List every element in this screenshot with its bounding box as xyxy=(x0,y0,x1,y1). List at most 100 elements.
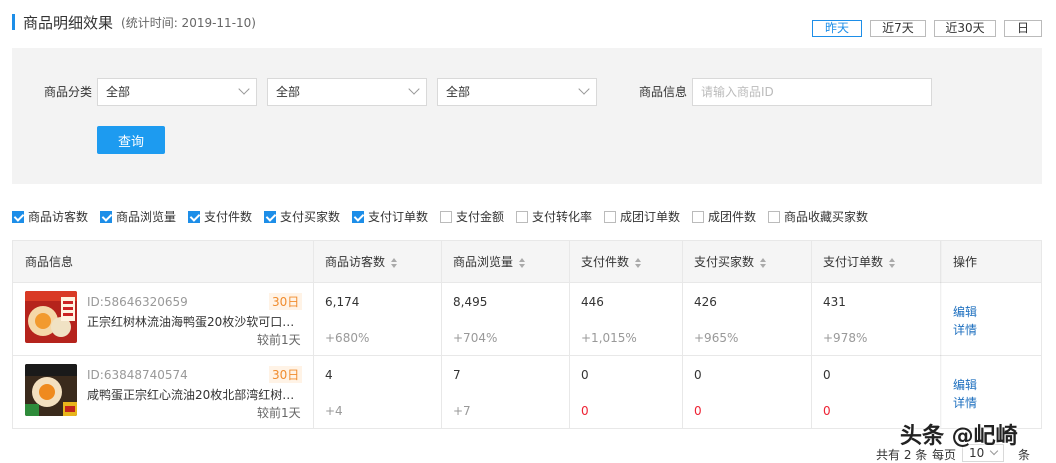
checkbox-checked-icon xyxy=(188,210,200,223)
paid-buyers-change: +965% xyxy=(694,331,739,345)
paid-items-value: 446 xyxy=(581,295,604,309)
metric-checkbox-paid-buyers[interactable]: 支付买家数 xyxy=(264,208,340,225)
edit-link[interactable]: 编辑 xyxy=(953,303,977,320)
column-header-paid-items[interactable]: 支付件数 xyxy=(569,241,682,283)
range-day-button[interactable]: 日 xyxy=(1004,20,1042,37)
metric-checkbox-paid-amount[interactable]: 支付金额 xyxy=(440,208,504,225)
category-select-3-value: 全部 xyxy=(446,85,471,99)
visitors-change: +4 xyxy=(325,404,343,418)
days-badge: 30日 xyxy=(269,366,303,383)
visitors-value: 4 xyxy=(325,368,333,382)
paid-buyers-value: 426 xyxy=(694,295,717,309)
paid-buyers-value: 0 xyxy=(694,368,702,382)
product-thumbnail xyxy=(25,291,77,343)
product-image xyxy=(25,364,77,416)
paid-items-change: +1,015% xyxy=(581,331,637,345)
sort-icon[interactable] xyxy=(760,257,767,268)
checkbox-checked-icon xyxy=(100,210,112,223)
category-select-1[interactable]: 全部 xyxy=(97,78,257,106)
views-change: +704% xyxy=(453,331,498,345)
checkbox-unchecked-icon xyxy=(440,210,452,223)
metric-checkbox-label: 支付件数 xyxy=(204,210,253,224)
column-header-label: 操作 xyxy=(953,255,978,269)
metric-checkbox-visitors[interactable]: 商品访客数 xyxy=(12,208,88,225)
column-header-label: 商品浏览量 xyxy=(453,255,514,269)
column-header-actions: 操作 xyxy=(941,241,1041,283)
range-yesterday-button[interactable]: 昨天 xyxy=(812,20,862,37)
category-select-3[interactable]: 全部 xyxy=(437,78,597,106)
checkbox-unchecked-icon xyxy=(768,210,780,223)
metric-checkbox-group-orders[interactable]: 成团订单数 xyxy=(604,208,680,225)
metric-checkbox-views[interactable]: 商品浏览量 xyxy=(100,208,176,225)
chevron-down-icon xyxy=(408,83,420,95)
metric-checkbox-favorites[interactable]: 商品收藏买家数 xyxy=(768,208,868,225)
per-page-unit: 条 xyxy=(1018,448,1031,462)
metric-checkbox-label: 成团订单数 xyxy=(620,210,681,224)
metric-checkbox-group-items[interactable]: 成团件数 xyxy=(692,208,756,225)
product-table: 商品信息 商品访客数 商品浏览量 支付件数 支付买家数 支付订单数 操作 ID:… xyxy=(12,240,1042,429)
paid-orders-change: 0 xyxy=(823,404,831,418)
details-link[interactable]: 详情 xyxy=(953,394,977,411)
checkbox-unchecked-icon xyxy=(604,210,616,223)
visitors-value: 6,174 xyxy=(325,295,360,309)
checkbox-unchecked-icon xyxy=(692,210,704,223)
chevron-down-icon xyxy=(578,83,590,95)
days-badge: 30日 xyxy=(269,293,303,310)
fixed-column-shadow xyxy=(940,241,942,428)
column-header-paid-buyers[interactable]: 支付买家数 xyxy=(682,241,811,283)
category-select-1-value: 全部 xyxy=(106,85,131,99)
paid-orders-change: +978% xyxy=(823,331,868,345)
checkbox-checked-icon xyxy=(12,210,24,223)
table-row: ID:58646320659 30日 正宗红树林流油海鸭蛋20枚沙软可口咸… 较… xyxy=(13,283,1041,356)
metric-checkbox-label: 支付金额 xyxy=(456,210,505,224)
chevron-down-icon xyxy=(238,83,250,95)
category-select-2-value: 全部 xyxy=(276,85,301,99)
column-header-label: 支付件数 xyxy=(581,255,630,269)
metric-checkbox-conversion[interactable]: 支付转化率 xyxy=(516,208,592,225)
metric-checkbox-label: 支付买家数 xyxy=(280,210,341,224)
views-value: 8,495 xyxy=(453,295,488,309)
product-name-link[interactable]: 正宗红树林流油海鸭蛋20枚沙软可口咸… xyxy=(87,313,303,330)
edit-link[interactable]: 编辑 xyxy=(953,376,977,393)
column-header-visitors[interactable]: 商品访客数 xyxy=(313,241,441,283)
title-accent-bar xyxy=(12,14,15,30)
product-id: ID:63848740574 xyxy=(87,368,188,382)
stat-time: (统计时间: 2019-11-10) xyxy=(121,15,256,30)
metric-checkbox-paid-items[interactable]: 支付件数 xyxy=(188,208,252,225)
page-title: 商品明细效果 xyxy=(23,13,114,32)
metric-checkbox-label: 商品访客数 xyxy=(28,210,89,224)
compare-label: 较前1天 xyxy=(257,406,301,420)
metric-checkbox-paid-orders[interactable]: 支付订单数 xyxy=(352,208,428,225)
column-header-label: 支付买家数 xyxy=(694,255,755,269)
metric-checkbox-label: 商品浏览量 xyxy=(116,210,177,224)
category-label: 商品分类 xyxy=(44,85,93,99)
sort-icon[interactable] xyxy=(635,257,642,268)
metric-checkbox-label: 成团件数 xyxy=(708,210,757,224)
product-info-label: 商品信息 xyxy=(639,85,688,99)
details-link[interactable]: 详情 xyxy=(953,321,977,338)
range-7days-button[interactable]: 近7天 xyxy=(870,20,926,37)
column-header-paid-orders[interactable]: 支付订单数 xyxy=(811,241,941,283)
column-header-label: 商品访客数 xyxy=(325,255,386,269)
metric-checkbox-label: 支付转化率 xyxy=(532,210,593,224)
page-header: 商品明细效果 (统计时间: 2019-11-10) xyxy=(12,12,256,32)
paid-orders-value: 0 xyxy=(823,368,831,382)
filter-panel: 商品分类 全部 全部 全部 商品信息 xyxy=(12,48,1042,184)
category-select-2[interactable]: 全部 xyxy=(267,78,427,106)
product-name-link[interactable]: 咸鸭蛋正宗红心流油20枚北部湾红树林… xyxy=(87,386,303,403)
sort-icon[interactable] xyxy=(889,257,896,268)
sort-icon[interactable] xyxy=(391,257,398,268)
metric-checkbox-label: 支付订单数 xyxy=(368,210,429,224)
query-button[interactable]: 查询 xyxy=(97,126,165,154)
compare-label: 较前1天 xyxy=(257,333,301,347)
product-id: ID:58646320659 xyxy=(87,295,188,309)
metric-checkbox-label: 商品收藏买家数 xyxy=(784,210,869,224)
product-image xyxy=(25,291,77,343)
sort-icon[interactable] xyxy=(519,257,526,268)
product-id-input[interactable] xyxy=(692,78,932,106)
paid-orders-value: 431 xyxy=(823,295,846,309)
paid-buyers-change: 0 xyxy=(694,404,702,418)
column-header-views[interactable]: 商品浏览量 xyxy=(441,241,569,283)
paid-items-change: 0 xyxy=(581,404,589,418)
range-30days-button[interactable]: 近30天 xyxy=(934,20,996,37)
